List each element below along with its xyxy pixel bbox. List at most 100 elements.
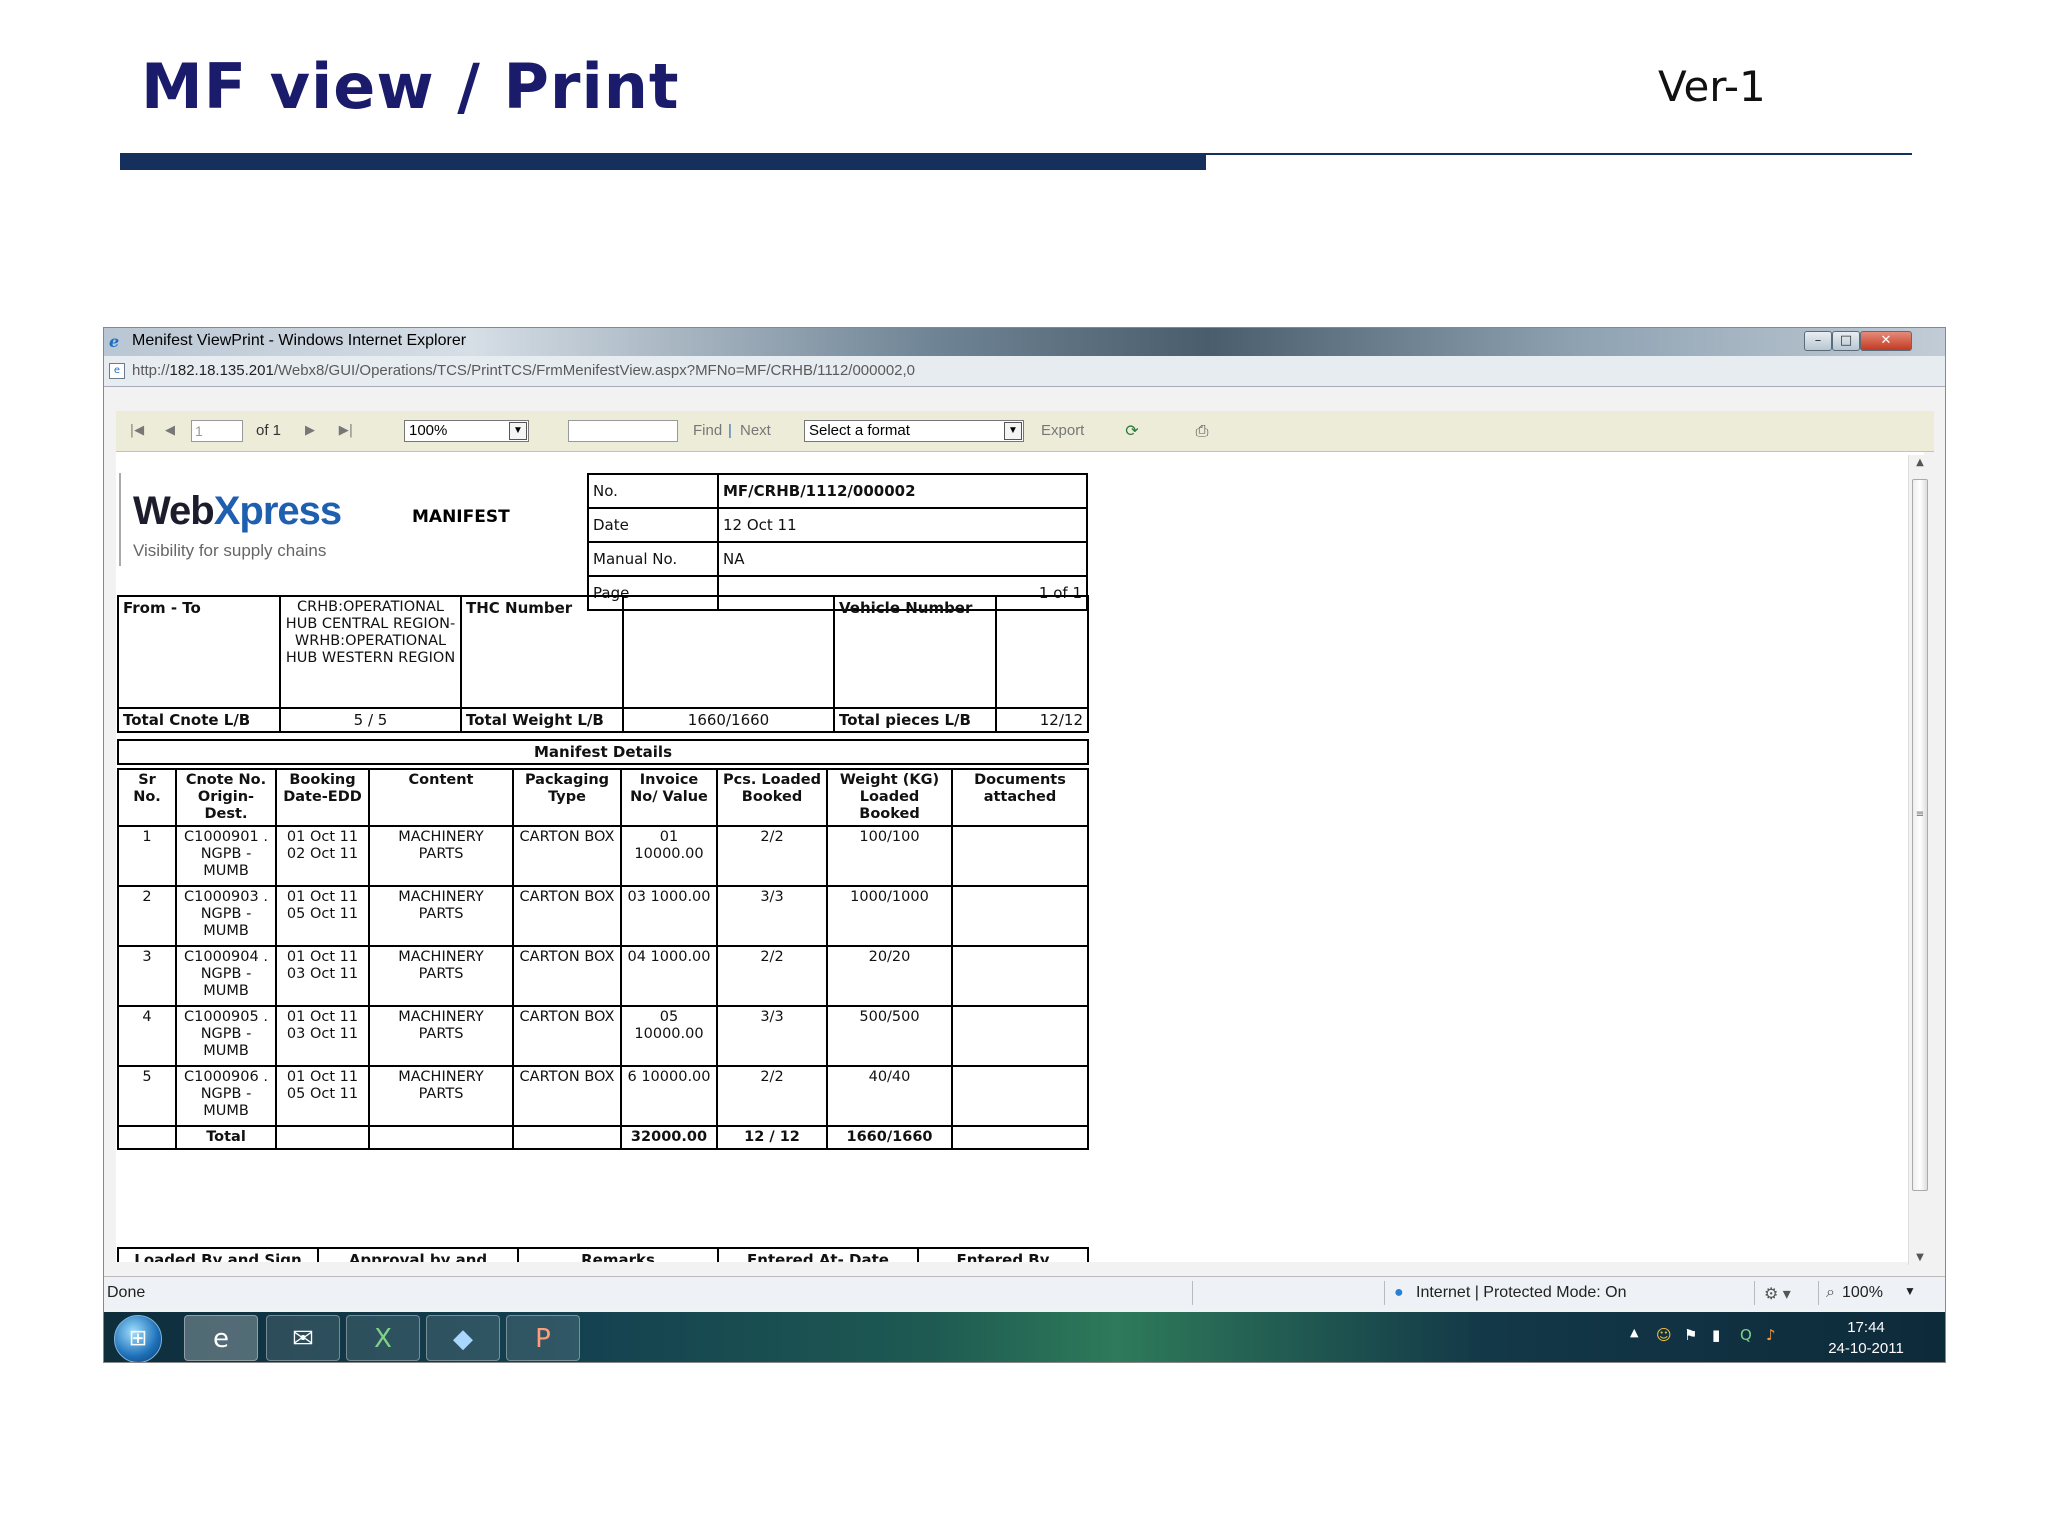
tray-q-icon[interactable]: Q: [1740, 1326, 1752, 1344]
logo-word-accent: Xpress: [213, 489, 342, 533]
zoom-level[interactable]: 100%: [1842, 1284, 1883, 1302]
prev-page-icon[interactable]: ◀: [159, 420, 181, 442]
zoom-value: 100%: [409, 422, 448, 439]
security-zone[interactable]: Internet | Protected Mode: On: [1416, 1284, 1627, 1302]
table-row: Manifest Details: [117, 739, 1089, 765]
total-empty-cell: [951, 1125, 1089, 1150]
total-pieces-label: Total pieces L/B: [833, 707, 997, 733]
column-header: Pcs. Loaded Booked: [716, 768, 828, 827]
cell-packaging: CARTON BOX: [512, 945, 622, 1007]
status-divider: [1192, 1281, 1193, 1305]
export-format-select[interactable]: Select a format ▼: [804, 420, 1024, 442]
column-header: Sr No.: [117, 768, 177, 827]
slide-version: Ver-1: [1658, 62, 1766, 111]
print-icon[interactable]: ⎙: [1191, 420, 1213, 442]
webxpress-logo: WebXpress Visibility for supply chains: [119, 473, 376, 566]
chevron-down-icon[interactable]: ▼: [1904, 1284, 1916, 1298]
clock[interactable]: 17:44 24-10-2011: [1826, 1317, 1906, 1359]
cell-sr: 5: [117, 1065, 177, 1127]
cell-invoice: 01 10000.00: [620, 825, 718, 887]
chevron-down-icon: ▼: [1004, 422, 1022, 440]
table-row: 3 C1000904 . NGPB - MUMB 01 Oct 11 03 Oc…: [117, 945, 1089, 1007]
status-text: Done: [107, 1284, 146, 1301]
page-count-label: of 1: [256, 422, 282, 439]
flag-icon[interactable]: ⚑: [1684, 1326, 1697, 1344]
settings-icon[interactable]: ⚙ ▾: [1764, 1284, 1791, 1304]
total-pieces-value: 12/12: [995, 707, 1089, 733]
clock-date: 24-10-2011: [1828, 1340, 1904, 1357]
zoom-select[interactable]: 100% ▼: [404, 420, 529, 442]
total-empty-cell: [117, 1125, 177, 1150]
tray-app-icon[interactable]: ☺: [1656, 1326, 1672, 1344]
next-link[interactable]: Next: [740, 420, 771, 442]
table-row: 2 C1000903 . NGPB - MUMB 01 Oct 11 05 Oc…: [117, 885, 1089, 947]
powerpoint-taskbar-icon[interactable]: P: [506, 1315, 580, 1361]
scroll-thumb[interactable]: [1912, 479, 1928, 1191]
cell-booking: 01 Oct 11 03 Oct 11: [275, 1005, 370, 1067]
last-page-icon[interactable]: ▶|: [335, 420, 357, 442]
outlook-taskbar-icon[interactable]: ✉: [266, 1315, 340, 1361]
cell-booking: 01 Oct 11 03 Oct 11: [275, 945, 370, 1007]
window-titlebar[interactable]: e Menifest ViewPrint - Windows Internet …: [104, 328, 1945, 356]
cell-content: MACHINERY PARTS: [368, 1065, 514, 1127]
tray-expand-icon[interactable]: ▲: [1630, 1326, 1638, 1339]
cell-sr: 4: [117, 1005, 177, 1067]
find-link[interactable]: Find: [693, 420, 722, 442]
start-button[interactable]: ⊞: [114, 1315, 162, 1362]
cell-packaging: CARTON BOX: [512, 1005, 622, 1067]
close-button[interactable]: ✕: [1860, 331, 1912, 351]
table-row: Manual No. NA: [587, 541, 1088, 577]
signoff-table: Loaded By and Sign Approval by and Remar…: [117, 1247, 1089, 1262]
volume-icon[interactable]: ♪: [1766, 1326, 1776, 1344]
next-page-icon[interactable]: ▶: [299, 420, 321, 442]
find-separator: |: [728, 422, 732, 439]
minimize-button[interactable]: –: [1804, 331, 1832, 351]
vertical-scrollbar[interactable]: ▲ ≡ ▼: [1908, 455, 1931, 1265]
slide-divider-thin: [1206, 153, 1912, 155]
status-bar: Done ● Internet | Protected Mode: On ⚙ ▾…: [104, 1276, 1945, 1309]
logo-word-main: Web: [133, 489, 215, 533]
page-icon: e: [109, 363, 125, 379]
cell-documents: [951, 1065, 1089, 1127]
cell-documents: [951, 945, 1089, 1007]
scroll-up-icon[interactable]: ▲: [1909, 457, 1931, 468]
total-weight-value: 1660/1660: [622, 707, 835, 733]
chevron-down-icon: ▼: [509, 422, 527, 440]
table-row: Date 12 Oct 11: [587, 507, 1088, 543]
thc-label: THC Number: [460, 595, 624, 709]
clock-time: 17:44: [1847, 1319, 1885, 1336]
app-taskbar-icon[interactable]: ◆: [426, 1315, 500, 1361]
total-pcs: 12 / 12: [716, 1125, 828, 1150]
table-row: Loaded By and Sign Approval by and Remar…: [117, 1247, 1089, 1262]
url-path: /Webx8/GUI/Operations/TCS/PrintTCS/FrmMe…: [273, 362, 916, 379]
url-text[interactable]: http://182.18.135.201/Webx8/GUI/Operatio…: [132, 362, 915, 379]
total-label: Total: [175, 1125, 277, 1150]
cell-invoice: 05 10000.00: [620, 1005, 718, 1067]
vehicle-label: Vehicle Number: [833, 595, 997, 709]
find-input[interactable]: [568, 420, 678, 442]
maximize-button[interactable]: □: [1832, 331, 1860, 351]
scroll-down-icon[interactable]: ▼: [1909, 1252, 1931, 1263]
cell-weight: 1000/1000: [826, 885, 953, 947]
from-to-label: From - To: [117, 595, 281, 709]
document-type: MANIFEST: [412, 507, 510, 527]
ie-taskbar-icon[interactable]: e: [184, 1315, 258, 1361]
excel-taskbar-icon[interactable]: X: [346, 1315, 420, 1361]
header-value: NA: [717, 541, 1088, 577]
first-page-icon[interactable]: |◀: [126, 420, 148, 442]
footer-column: Approval by and: [317, 1247, 519, 1262]
logo-wordmark: WebXpress: [133, 489, 342, 534]
slide-title: MF view / Print: [141, 50, 680, 123]
globe-icon: ●: [1394, 1284, 1404, 1301]
refresh-icon[interactable]: ⟳: [1121, 420, 1143, 442]
slide-divider-thick: [120, 153, 1206, 170]
cell-sr: 3: [117, 945, 177, 1007]
cell-booking: 01 Oct 11 05 Oct 11: [275, 1065, 370, 1127]
network-icon[interactable]: ▮: [1712, 1326, 1720, 1344]
cell-content: MACHINERY PARTS: [368, 945, 514, 1007]
address-bar[interactable]: e http://182.18.135.201/Webx8/GUI/Operat…: [104, 356, 1945, 387]
column-header: Content: [368, 768, 514, 827]
page-number-input[interactable]: 1: [191, 420, 243, 442]
zoom-icon: ⌕: [1826, 1284, 1835, 1301]
export-link[interactable]: Export: [1041, 420, 1084, 442]
